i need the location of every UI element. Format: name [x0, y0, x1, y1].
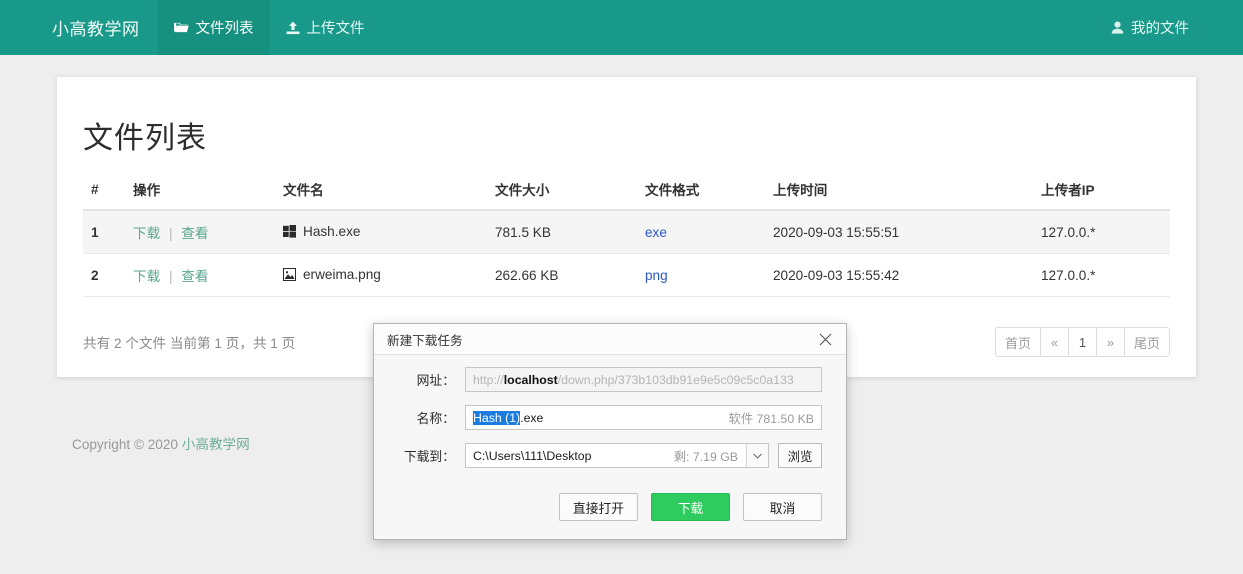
save-path-label: 下载到： [403, 449, 455, 464]
nav-item-upload[interactable]: 上传文件 [270, 0, 381, 55]
pagination-next[interactable]: » [1096, 328, 1125, 356]
url-host: localhost [503, 372, 558, 387]
column-header-filename: 文件名 [275, 179, 487, 211]
open-directly-button[interactable]: 直接打开 [559, 493, 638, 521]
image-file-icon [283, 267, 296, 281]
nav-item-my-files[interactable]: 我的文件 [1095, 0, 1205, 55]
column-header-filesize: 文件大小 [487, 179, 637, 211]
browse-button[interactable]: 浏览 [778, 443, 822, 468]
url-path: /down.php/373b103db91e9e5c09c5c0a133 [557, 372, 794, 387]
copyright-site-link[interactable]: 小高教学网 [182, 437, 250, 452]
url-label: 网址： [416, 373, 455, 388]
file-type-size-meta: 软件 781.50 KB [728, 411, 814, 426]
row-format-cell: png [637, 253, 765, 297]
pagination-last[interactable]: 尾页 [1124, 328, 1169, 356]
pagination-prev[interactable]: « [1040, 328, 1069, 356]
row-uploader-ip: 127.0.0.* [1033, 253, 1170, 297]
format-link[interactable]: exe [645, 225, 667, 240]
column-header-uploaded: 上传时间 [765, 179, 1033, 211]
page-title: 文件列表 [83, 122, 207, 155]
table-row[interactable]: 1 下载 | 查看 Hash.exe 781.5 KB exe 2020-09-… [83, 210, 1170, 254]
copyright: Copyright © 2020 小高教学网 [72, 433, 250, 453]
url-row: 网址： http://localhost/down.php/373b103db9… [398, 367, 822, 392]
action-separator: | [168, 226, 173, 241]
new-download-task-dialog: 新建下载任务 网址： http://localhost/down.php/373… [373, 323, 847, 540]
cancel-button[interactable]: 取消 [743, 493, 822, 521]
column-header-uploader-ip: 上传者IP [1033, 179, 1170, 211]
row-filesize: 781.5 KB [487, 210, 637, 254]
nav-item-my-files-label: 我的文件 [1131, 21, 1189, 37]
page-content: 文件列表 # 操作 文件名 文件大小 文件格式 上传时间 上传者IP 1 下载 … [0, 55, 1243, 574]
column-header-actions: 操作 [125, 179, 275, 211]
row-uploader-ip: 127.0.0.* [1033, 210, 1170, 254]
chevron-down-icon[interactable] [746, 444, 768, 467]
close-icon[interactable] [810, 326, 840, 352]
filename-text: Hash.exe [303, 223, 361, 239]
view-link[interactable]: 查看 [181, 269, 208, 284]
column-header-format: 文件格式 [637, 179, 765, 211]
download-link[interactable]: 下载 [133, 226, 160, 241]
navbar-inner: 小高教学网 文件列表 上传文件 我的文件 [0, 0, 1243, 55]
save-path-input[interactable]: C:\Users\111\Desktop 剩: 7.19 GB [465, 443, 769, 468]
url-input[interactable]: http://localhost/down.php/373b103db91e9e… [465, 367, 822, 392]
save-path-row: 下载到： C:\Users\111\Desktop 剩: 7.19 GB 浏览 [398, 443, 822, 468]
pagination-first[interactable]: 首页 [995, 328, 1041, 356]
filename-label: 名称： [416, 411, 455, 426]
filename-selected-text: Hash (1) [473, 410, 521, 425]
dialog-body: 网址： http://localhost/down.php/373b103db9… [374, 355, 846, 468]
filename-row: 名称： Hash (1) .exe 软件 781.50 KB [398, 405, 822, 430]
file-count-summary: 共有 2 个文件 当前第 1 页，共 1 页 [83, 336, 296, 351]
dialog-action-buttons: 直接打开 下载 取消 [559, 493, 822, 521]
filename-with-icon: erweima.png [283, 267, 381, 282]
navbar-right: 我的文件 [1095, 0, 1243, 55]
row-uploaded: 2020-09-03 15:55:51 [765, 210, 1033, 254]
column-header-index: # [83, 179, 125, 211]
pagination-page-1[interactable]: 1 [1068, 328, 1097, 356]
site-brand[interactable]: 小高教学网 [0, 0, 158, 55]
row-index: 2 [83, 253, 125, 297]
row-index: 1 [83, 210, 125, 254]
dialog-title-bar: 新建下载任务 [374, 324, 846, 355]
file-list-table: # 操作 文件名 文件大小 文件格式 上传时间 上传者IP 1 下载 | 查看 … [83, 179, 1170, 297]
card-body: 文件列表 # 操作 文件名 文件大小 文件格式 上传时间 上传者IP 1 下载 … [57, 77, 1196, 297]
filename-text: erweima.png [303, 266, 381, 282]
dialog-title: 新建下载任务 [387, 333, 463, 348]
table-row[interactable]: 2 下载 | 查看 erweima.png 262.66 KB png 2020… [83, 253, 1170, 297]
download-button[interactable]: 下载 [651, 493, 730, 521]
download-link[interactable]: 下载 [133, 269, 160, 284]
url-scheme: http:// [473, 372, 504, 387]
nav-item-upload-label: 上传文件 [306, 21, 365, 37]
brand-label: 小高教学网 [52, 20, 140, 39]
pagination: 首页 « 1 » 尾页 [994, 327, 1170, 357]
format-link[interactable]: png [645, 268, 668, 283]
row-filename-cell: Hash.exe [275, 210, 487, 254]
table-header-row: # 操作 文件名 文件大小 文件格式 上传时间 上传者IP [83, 179, 1170, 211]
row-filesize: 262.66 KB [487, 253, 637, 297]
row-uploaded: 2020-09-03 15:55:42 [765, 253, 1033, 297]
row-format-cell: exe [637, 210, 765, 254]
copyright-text: Copyright © 2020 [72, 437, 182, 452]
filename-input[interactable]: Hash (1) .exe 软件 781.50 KB [465, 405, 822, 430]
nav-item-file-list-label: 文件列表 [195, 21, 254, 37]
filename-with-icon: Hash.exe [283, 224, 360, 239]
view-link[interactable]: 查看 [181, 226, 208, 241]
folder-open-icon [173, 21, 189, 34]
nav-item-file-list[interactable]: 文件列表 [157, 0, 270, 55]
table-head: # 操作 文件名 文件大小 文件格式 上传时间 上传者IP [83, 179, 1170, 211]
row-actions: 下载 | 查看 [125, 210, 275, 254]
user-icon [1111, 21, 1124, 34]
upload-icon [286, 21, 300, 35]
free-space-text: 剩: 7.19 GB [673, 449, 738, 464]
filename-extension: .exe [520, 410, 544, 425]
top-navbar: 小高教学网 文件列表 上传文件 我的文件 [0, 0, 1243, 55]
windows-logo-icon [283, 224, 296, 238]
action-separator: | [168, 269, 173, 284]
save-path-value: C:\Users\111\Desktop [473, 448, 592, 463]
row-actions: 下载 | 查看 [125, 253, 275, 297]
table-body: 1 下载 | 查看 Hash.exe 781.5 KB exe 2020-09-… [83, 210, 1170, 297]
row-filename-cell: erweima.png [275, 253, 487, 297]
